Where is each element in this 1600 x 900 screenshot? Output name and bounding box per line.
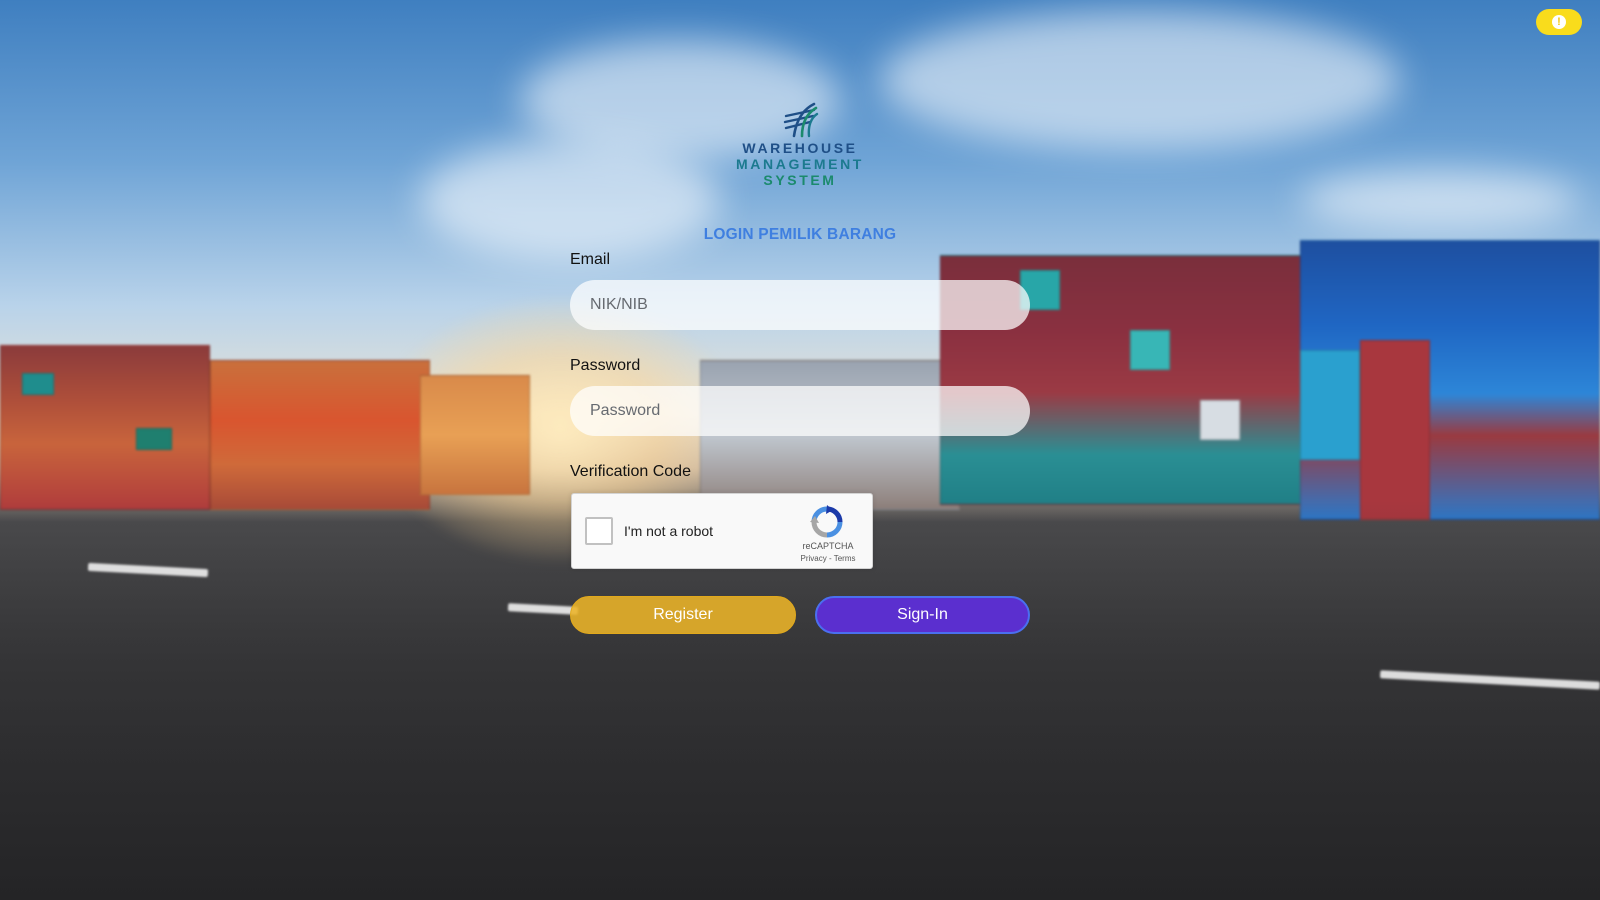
signin-button[interactable]: Sign-In: [815, 596, 1030, 634]
password-label: Password: [570, 357, 641, 374]
password-field[interactable]: [570, 386, 1030, 436]
recaptcha-logo-icon: [810, 505, 843, 538]
recaptcha-label: I'm not a robot: [624, 523, 714, 539]
email-field[interactable]: [570, 280, 1030, 330]
email-label: Email: [570, 251, 611, 268]
link-separator: -: [826, 554, 834, 563]
page-title: LOGIN PEMILIK BARANG: [703, 226, 897, 243]
recaptcha-brand: reCAPTCHA: [802, 541, 854, 551]
exclamation-icon: !: [1552, 15, 1566, 29]
verification-label: Verification Code: [570, 463, 691, 480]
notice-button[interactable]: !: [1536, 9, 1582, 35]
terms-link[interactable]: Terms: [834, 554, 856, 563]
logo-text-line3: SYSTEM: [763, 172, 837, 188]
warehouse-logo: WAREHOUSE MANAGEMENT SYSTEM: [730, 100, 870, 195]
cloud: [1300, 170, 1580, 230]
logo-leaf-icon: [783, 102, 819, 138]
recaptcha-links: Privacy - Terms: [792, 554, 864, 563]
recaptcha-checkbox[interactable]: [585, 517, 613, 545]
cloud: [880, 10, 1400, 150]
register-button[interactable]: Register: [570, 596, 796, 634]
recaptcha-widget: I'm not a robot reCAPTCHA Privacy - Term…: [571, 493, 873, 569]
logo-text-line1: WAREHOUSE: [742, 140, 858, 156]
logo-text-line2: MANAGEMENT: [736, 156, 864, 172]
privacy-link[interactable]: Privacy: [801, 554, 827, 563]
